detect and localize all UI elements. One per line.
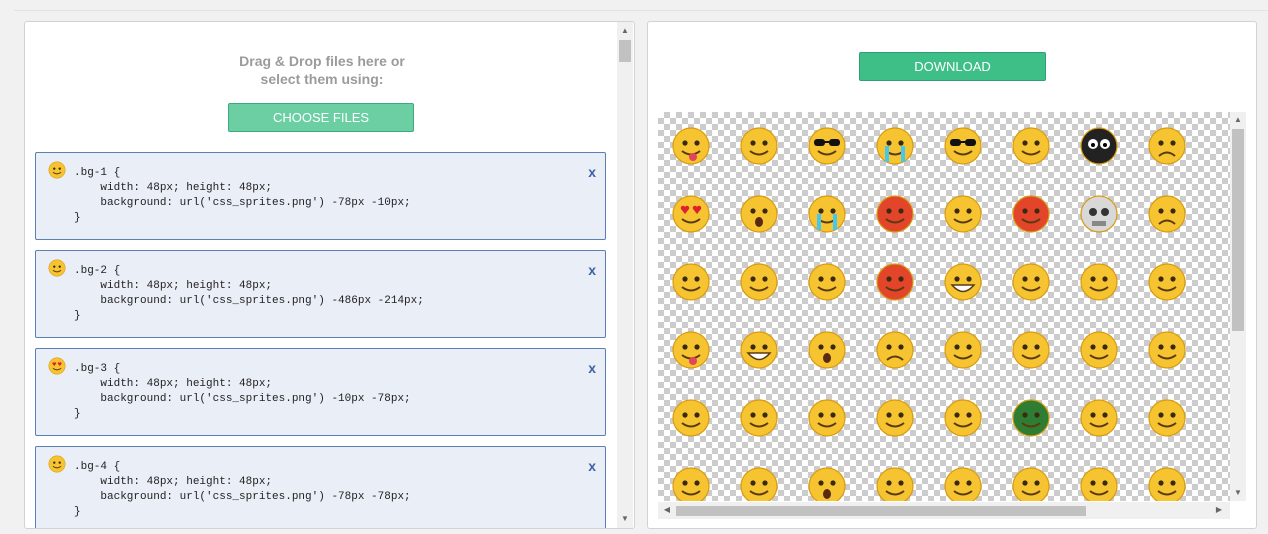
sprite-vscrollbar[interactable]: ▲ ▼ <box>1230 112 1246 501</box>
scroll-thumb[interactable] <box>619 40 631 62</box>
css-rule-card: .bg-2 { width: 48px; height: 48px; backg… <box>35 250 606 338</box>
remove-rule-button[interactable]: x <box>588 458 596 474</box>
worried-emoji-icon <box>1145 124 1189 168</box>
happy-emoji-icon <box>1009 328 1053 372</box>
drop-zone-text[interactable]: Drag & Drop files here or select them us… <box>25 52 619 88</box>
remove-rule-button[interactable]: x <box>588 164 596 180</box>
scroll-up-arrow-icon[interactable]: ▲ <box>1232 115 1244 125</box>
tongue-emoji-icon <box>669 124 713 168</box>
dizzy-emoji-icon <box>941 464 985 501</box>
black-bug-emoji-icon <box>1077 124 1121 168</box>
rolling-eyes-emoji-icon <box>805 396 849 440</box>
smirk-emoji-icon <box>1145 260 1189 304</box>
furious-emoji-icon <box>1009 192 1053 236</box>
squint-emoji-icon <box>1009 464 1053 501</box>
shades-angry-emoji-icon <box>941 124 985 168</box>
files-scrollbar[interactable]: ▲ ▼ <box>617 22 633 528</box>
remove-rule-button[interactable]: x <box>588 262 596 278</box>
app-root: Drag & Drop files here or select them us… <box>0 0 1268 534</box>
css-rule-card: .bg-1 { width: 48px; height: 48px; backg… <box>35 152 606 240</box>
choose-files-button[interactable]: CHOOSE FILES <box>228 103 414 132</box>
skeptical-emoji-icon <box>941 396 985 440</box>
dizzy-emoji-icon <box>47 454 67 474</box>
heart-eyes-emoji-icon <box>669 192 713 236</box>
confused-emoji-icon <box>47 258 67 278</box>
annoyed-emoji-icon <box>1145 396 1189 440</box>
naughty-emoji-icon <box>737 464 781 501</box>
headband-emoji-icon <box>669 464 713 501</box>
top-divider <box>14 10 1268 11</box>
scroll-thumb[interactable] <box>1232 129 1244 331</box>
scroll-up-arrow-icon[interactable]: ▲ <box>619 26 631 36</box>
heart-eyes-emoji-icon <box>47 356 67 376</box>
scroll-down-arrow-icon[interactable]: ▼ <box>619 514 631 524</box>
angry-red-emoji-icon <box>873 192 917 236</box>
files-panel: Drag & Drop files here or select them us… <box>24 21 635 529</box>
cover-mouth-emoji-icon <box>669 396 713 440</box>
tears-stream-emoji-icon <box>805 192 849 236</box>
skull-emoji-icon <box>1077 192 1121 236</box>
shy-emoji-icon <box>737 396 781 440</box>
turtle-emoji-icon <box>1009 396 1053 440</box>
drop-text-line1: Drag & Drop files here or <box>239 53 405 69</box>
css-rule-code: .bg-1 { width: 48px; height: 48px; backg… <box>74 167 411 224</box>
blush-eyes-emoji-icon <box>941 192 985 236</box>
sprite-preview <box>658 112 1230 501</box>
css-rule-code: .bg-4 { width: 48px; height: 48px; backg… <box>74 461 411 518</box>
css-rule-card: .bg-4 { width: 48px; height: 48px; backg… <box>35 446 606 528</box>
sprite-panel: DOWNLOAD ▲ ▼ ◀ ▶ <box>647 21 1257 529</box>
grin-emoji-icon <box>737 328 781 372</box>
zipped-emoji-icon <box>737 260 781 304</box>
laugh-cry-emoji-icon <box>941 260 985 304</box>
sprite-hscrollbar[interactable]: ◀ ▶ <box>658 502 1230 519</box>
sunglasses-emoji-icon <box>805 124 849 168</box>
frown-emoji-icon <box>873 328 917 372</box>
question-emoji-icon <box>805 464 849 501</box>
hammer-emoji-icon <box>1077 260 1121 304</box>
red-rage-emoji-icon <box>873 260 917 304</box>
surprised-emoji-icon <box>805 328 849 372</box>
sleepy-emoji-icon <box>805 260 849 304</box>
wink-tongue-emoji-icon <box>669 328 713 372</box>
scroll-down-arrow-icon[interactable]: ▼ <box>1232 488 1244 498</box>
unamused-emoji-icon <box>1077 396 1121 440</box>
starry-emoji-icon <box>1145 464 1189 501</box>
sad-emoji-icon <box>1145 192 1189 236</box>
css-rule-code: .bg-2 { width: 48px; height: 48px; backg… <box>74 265 424 322</box>
crying-emoji-icon <box>873 124 917 168</box>
pray-emoji-icon <box>873 464 917 501</box>
smile-emoji-icon <box>47 160 67 180</box>
sweat-emoji-icon <box>1009 260 1053 304</box>
shocked-emoji-icon <box>737 192 781 236</box>
puzzled-emoji-icon <box>873 396 917 440</box>
blush-smile-emoji-icon <box>669 260 713 304</box>
css-rule-card: .bg-3 { width: 48px; height: 48px; backg… <box>35 348 606 436</box>
drop-text-line2: select them using: <box>260 71 384 87</box>
download-button[interactable]: DOWNLOAD <box>859 52 1046 81</box>
css-rule-code: .bg-3 { width: 48px; height: 48px; backg… <box>74 363 411 420</box>
thinking-emoji-icon <box>1077 328 1121 372</box>
smile-emoji-icon <box>737 124 781 168</box>
scroll-right-arrow-icon[interactable]: ▶ <box>1213 505 1225 515</box>
scroll-thumb[interactable] <box>676 506 1086 516</box>
remove-rule-button[interactable]: x <box>588 360 596 376</box>
dazed-emoji-icon <box>1009 124 1053 168</box>
drool-emoji-icon <box>941 328 985 372</box>
nervous-emoji-icon <box>1145 328 1189 372</box>
kiss-emoji-icon <box>1077 464 1121 501</box>
scroll-left-arrow-icon[interactable]: ◀ <box>661 505 673 515</box>
